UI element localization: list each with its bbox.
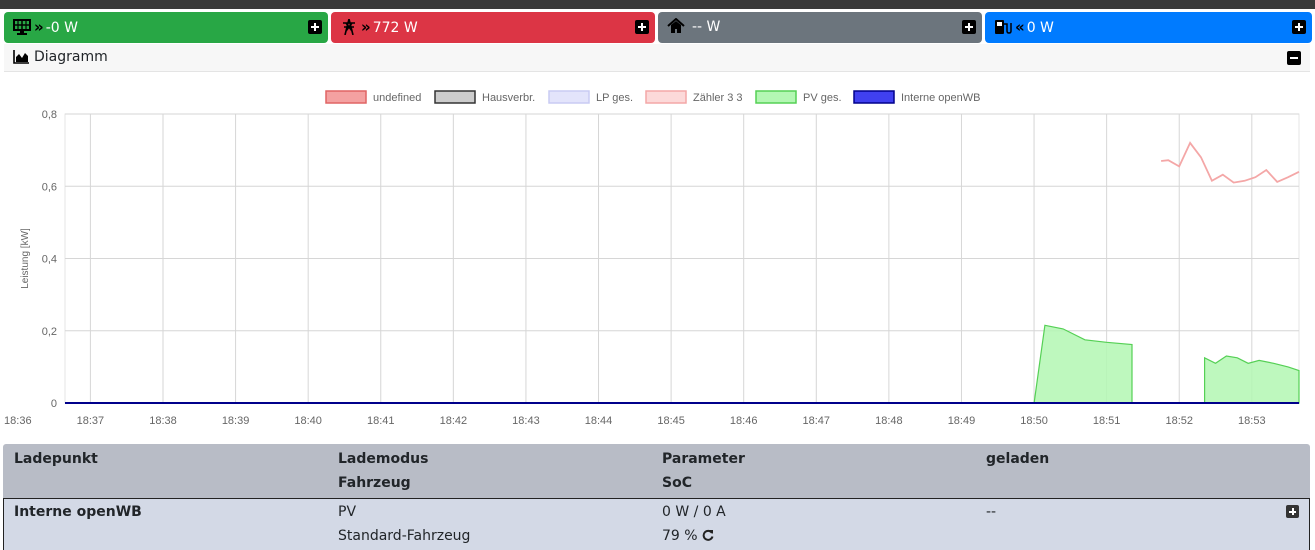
charge-point-table: Ladepunkt Lademodus Fahrzeug Parameter S… <box>3 444 1310 550</box>
legend-swatch <box>755 90 797 104</box>
table-header: Ladepunkt Lademodus Fahrzeug Parameter S… <box>3 444 1310 498</box>
table-row[interactable]: Interne openWB PV Standard-Fahrzeug 0 W … <box>3 498 1310 550</box>
x-tick-label: 18:40 <box>294 415 322 427</box>
legend-swatch <box>325 90 367 104</box>
grid-tile[interactable]: » 772 W <box>331 12 655 43</box>
charging-station-icon <box>995 20 1012 34</box>
legend-entry: Zähler 3 3 <box>693 92 743 104</box>
soc-value: 79 % <box>662 528 698 544</box>
collapse-icon[interactable] <box>1287 51 1301 65</box>
pv-tile[interactable]: » -0 W <box>4 12 328 43</box>
legend-entry: PV ges. <box>803 92 842 104</box>
y-tick-label: 0,4 <box>42 254 57 266</box>
header-fahrzeug: Fahrzeug <box>338 475 411 491</box>
expand-icon[interactable] <box>1286 505 1299 518</box>
series-area <box>1204 355 1300 404</box>
header-soc: SoC <box>662 475 692 491</box>
series-line <box>1161 141 1300 184</box>
charge-mode[interactable]: PV <box>338 504 356 520</box>
legend-swatch <box>853 90 895 104</box>
y-tick-label: 0,2 <box>42 326 57 338</box>
legend-swatch <box>548 90 590 104</box>
x-tick-label: 18:50 <box>1020 415 1048 427</box>
series-area <box>1033 324 1133 404</box>
direction-arrow: » <box>361 18 371 36</box>
diagram-title: Diagramm <box>34 49 108 65</box>
x-tick-label: 18:42 <box>440 415 468 427</box>
x-tick-label: 18:48 <box>875 415 903 427</box>
chart-area-icon <box>13 50 29 64</box>
charging-power-value: 0 W <box>1026 20 1054 36</box>
vehicle-name[interactable]: Standard-Fahrzeug <box>338 528 470 544</box>
charged-value: -- <box>986 504 997 520</box>
x-tick-label: 18:39 <box>222 415 250 427</box>
direction-arrow: « <box>1015 18 1025 36</box>
x-tick-label: 18:44 <box>585 415 613 427</box>
header-parameter: Parameter <box>662 451 745 467</box>
y-axis-label: Leistung [kW] <box>20 228 31 289</box>
x-tick-label: 18:47 <box>803 415 831 427</box>
house-tile[interactable]: -- W <box>658 12 982 43</box>
solar-panel-icon <box>13 19 31 35</box>
legend-swatch <box>645 90 687 104</box>
x-tick-label: 18:38 <box>149 415 177 427</box>
legend-entry: undefined <box>373 92 421 104</box>
y-tick-label: 0,8 <box>42 109 57 121</box>
header-lademodus: Lademodus <box>338 451 429 467</box>
charging-tile[interactable]: «0 W <box>985 12 1312 43</box>
diagram-header[interactable]: Diagramm <box>4 44 1310 72</box>
x-tick-label: 18:49 <box>948 415 976 427</box>
top-bar <box>0 0 1315 9</box>
y-tick-label: 0,6 <box>42 181 57 193</box>
x-tick-label: 18:45 <box>657 415 685 427</box>
header-ladepunkt: Ladepunkt <box>14 451 98 467</box>
grid-power-value: 772 W <box>372 20 418 36</box>
legend-swatch <box>434 90 476 104</box>
x-tick-label: 18:41 <box>367 415 395 427</box>
expand-icon[interactable] <box>962 20 976 34</box>
legend-entry: Hausverbr. <box>482 92 535 104</box>
x-tick-label: 18:43 <box>512 415 540 427</box>
legend-entry: Interne openWB <box>901 92 981 104</box>
x-tick-label: 18:46 <box>730 415 758 427</box>
chargepoint-name: Interne openWB <box>14 504 142 520</box>
x-tick-label: 18:51 <box>1093 415 1121 427</box>
expand-icon[interactable] <box>635 20 649 34</box>
power-chart: 0 0,2 0,4 0,6 0,8 18:36 18:37 18:38 18:39 18:40 18… <box>4 90 1300 427</box>
home-icon <box>667 18 685 33</box>
x-tick-label: 18:37 <box>77 415 105 427</box>
charge-parameter: 0 W / 0 A <box>662 504 726 520</box>
expand-icon[interactable] <box>308 20 322 34</box>
power-pylon-icon <box>343 19 355 35</box>
soc-value-wrap: 79 % <box>662 528 714 544</box>
power-tiles: » -0 W » 772 W -- W «0 W <box>4 12 1312 43</box>
x-tick-label: 18:36 <box>4 415 32 427</box>
y-tick-label: 0 <box>51 398 57 410</box>
refresh-icon[interactable] <box>702 529 714 541</box>
house-power-value: -- W <box>692 19 721 35</box>
x-tick-label: 18:53 <box>1238 415 1266 427</box>
pv-power-value: -0 W <box>45 20 78 36</box>
direction-arrow: » <box>34 18 44 36</box>
expand-icon[interactable] <box>1292 20 1306 34</box>
header-geladen: geladen <box>986 451 1050 467</box>
x-tick-label: 18:52 <box>1165 415 1193 427</box>
legend-entry: LP ges. <box>596 92 633 104</box>
